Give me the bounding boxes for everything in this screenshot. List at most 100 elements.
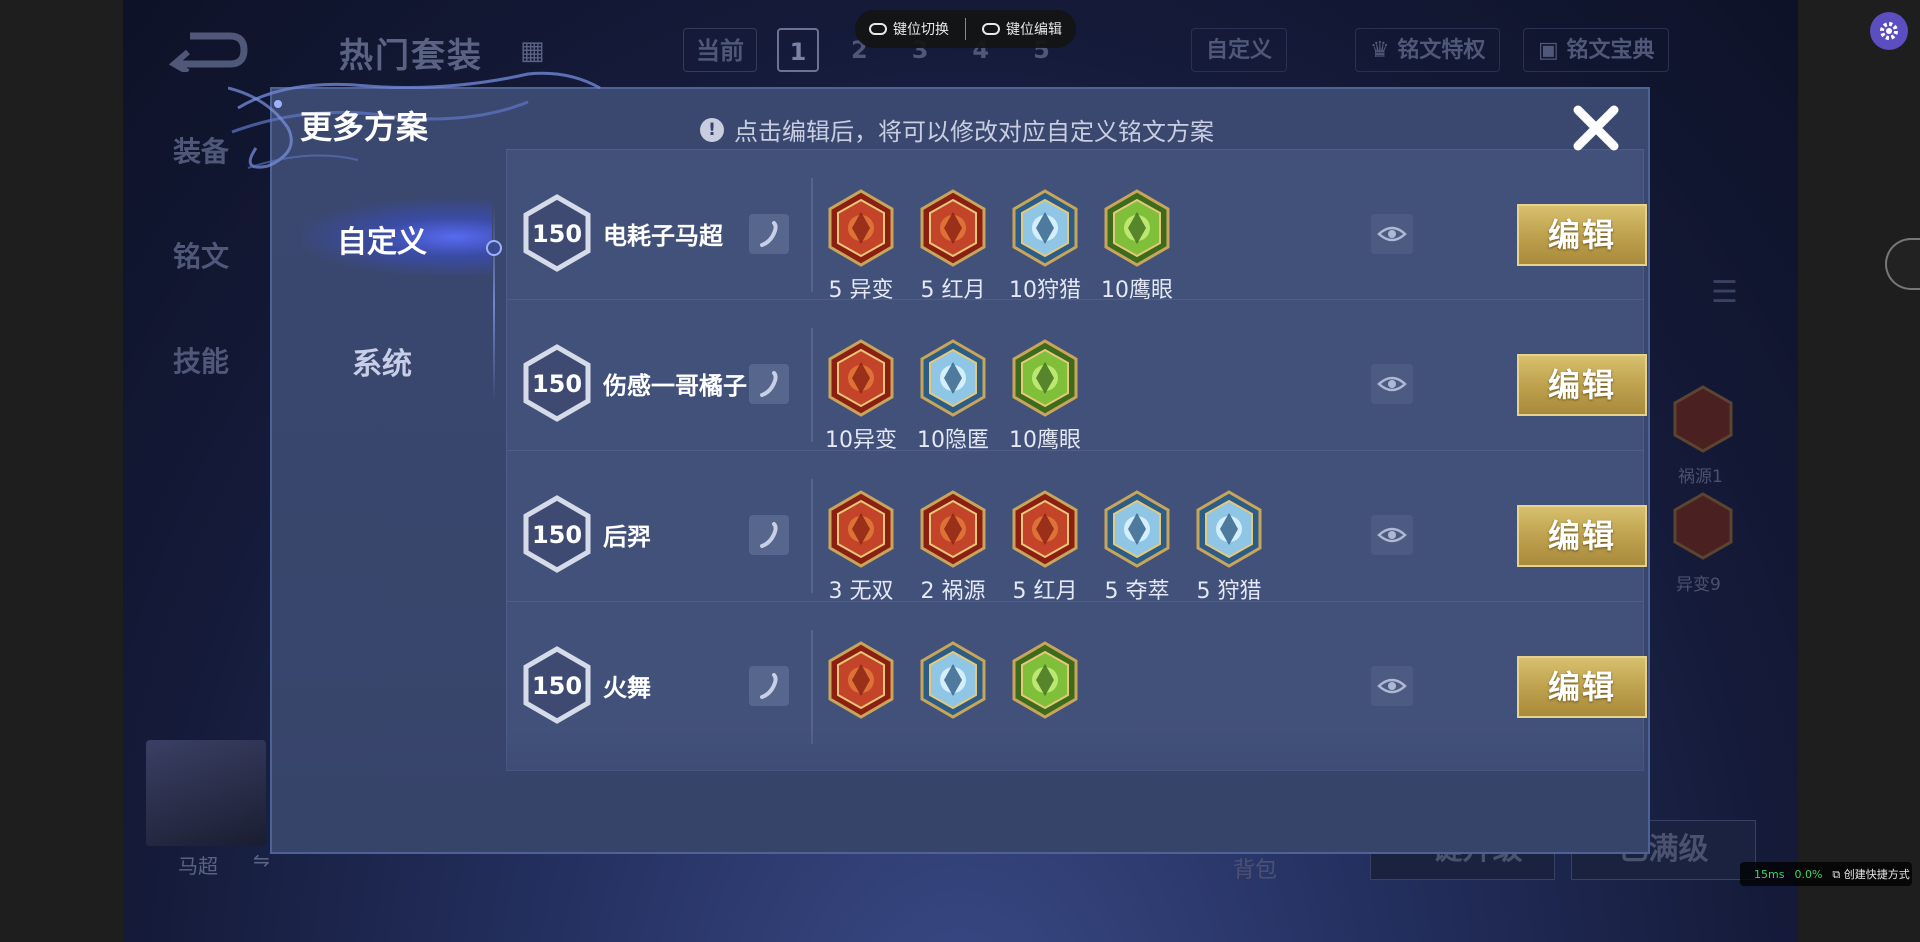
preview-button[interactable]	[1371, 364, 1413, 404]
rune-slot: 5 异变	[825, 188, 897, 304]
edit-button[interactable]: 编辑	[1517, 505, 1647, 567]
shortcut-button[interactable]: ⧉ 创建快捷方式	[1832, 866, 1909, 882]
shortcut-label: 创建快捷方式	[1843, 868, 1910, 881]
hunt-rune-icon	[1196, 490, 1262, 568]
hawk-eye-rune-icon	[1104, 189, 1170, 267]
emulator-key-bar: 键位切换 键位编辑	[855, 10, 1076, 48]
grid-icon[interactable]: ▦	[520, 36, 545, 66]
bg-tab-current[interactable]: 当前	[683, 28, 757, 72]
gear-icon	[1880, 22, 1898, 40]
rune-slot	[825, 640, 897, 724]
info-icon: !	[700, 117, 724, 142]
rune-slot: 10鹰眼	[1101, 188, 1173, 304]
rune-slot	[1009, 640, 1081, 724]
key-switch-label: 键位切换	[893, 22, 949, 38]
bag-label[interactable]: 背包	[1233, 852, 1277, 884]
hawk-eye-rune-icon	[1012, 339, 1078, 417]
plan-name: 火舞	[603, 674, 651, 702]
key-bar-divider	[965, 18, 966, 40]
dialog-hint: ! 点击编辑后，将可以修改对应自定义铭文方案	[700, 112, 1214, 147]
tab-divider	[493, 204, 495, 404]
rune-slot: 10异变	[825, 338, 897, 454]
dialog-title: 更多方案	[300, 108, 429, 146]
packet-loss-value: 0.0%	[1794, 867, 1823, 881]
gamepad-icon	[869, 23, 887, 35]
level-badge-icon: 150	[523, 194, 591, 272]
rune-slot: 5 红月	[917, 188, 989, 304]
bg-mutation-rune-icon	[1673, 492, 1733, 560]
mutation-rune-icon	[828, 189, 894, 267]
plan-level: 150	[532, 370, 582, 398]
list-toggle-icon[interactable]: ☰	[1711, 275, 1738, 310]
bg-rune-codex[interactable]: ▣ 铭文宝典	[1523, 28, 1670, 72]
preview-button[interactable]	[1371, 666, 1413, 706]
active-tab-indicator	[486, 240, 502, 256]
calamity-rune-icon	[920, 490, 986, 568]
rune-set: 3 无双 2 祸源 5 红月 5 夺萃 5 狩猎	[825, 489, 1265, 605]
bg-custom-tab[interactable]: 自定义	[1191, 28, 1288, 72]
screen: 热门套装 ▦ 当前 1 2 3 4 5 自定义 ♛ 铭文特权 ▣ 铭文宝典 装备…	[0, 0, 1920, 942]
key-switch-button[interactable]: 键位切换	[869, 19, 949, 39]
edit-button[interactable]: 编辑	[1517, 656, 1647, 718]
key-edit-label: 键位编辑	[1006, 22, 1062, 38]
hero-portrait[interactable]	[146, 740, 266, 846]
rename-button[interactable]	[749, 214, 789, 254]
tab-custom[interactable]: 自定义	[272, 217, 492, 261]
shortcut-icon: ⧉	[1832, 868, 1844, 881]
level-badge-icon: 150	[523, 495, 591, 573]
rune-icon	[920, 641, 986, 719]
pen-icon	[760, 522, 778, 548]
rune-slot: 3 无双	[825, 489, 897, 605]
bg-side-runes[interactable]: 铭文	[173, 235, 229, 275]
rune-slot: 10鹰眼	[1009, 338, 1081, 454]
level-badge-icon: 150	[523, 344, 591, 422]
swap-icon[interactable]: ⇋	[253, 848, 270, 872]
row-divider	[811, 178, 813, 292]
rename-button[interactable]	[749, 666, 789, 706]
plan-name: 电耗子马超	[603, 222, 723, 250]
plan-row[interactable]: 150 伤感一哥橘子 10异变 10隐匿 10鹰眼 编辑	[506, 299, 1647, 469]
edit-button[interactable]: 编辑	[1517, 354, 1647, 416]
rune-icon	[1012, 641, 1078, 719]
bg-rune-privilege[interactable]: ♛ 铭文特权	[1355, 28, 1501, 72]
bg-side-skills[interactable]: 技能	[173, 340, 229, 380]
close-icon[interactable]	[1568, 100, 1624, 156]
bg-rune-codex-label: 铭文宝典	[1566, 38, 1655, 63]
crown-icon: ♛	[1370, 38, 1398, 63]
rune-slot: 5 狩猎	[1193, 489, 1265, 605]
rune-slot: 10狩猎	[1009, 188, 1081, 304]
settings-button[interactable]	[1870, 12, 1908, 50]
plan-name: 后羿	[603, 523, 651, 551]
side-drawer-handle[interactable]	[1885, 238, 1920, 290]
pen-icon	[760, 673, 778, 699]
rune-set: 10异变 10隐匿 10鹰眼	[825, 338, 1081, 454]
key-edit-button[interactable]: 键位编辑	[982, 19, 1062, 39]
eye-icon	[1377, 678, 1407, 694]
gamepad-icon	[982, 23, 1000, 35]
pen-icon	[760, 221, 778, 247]
rune-set	[825, 640, 1081, 724]
preview-button[interactable]	[1371, 214, 1413, 254]
plan-level: 150	[532, 521, 582, 549]
bg-tab-1[interactable]: 1	[777, 28, 819, 72]
eye-icon	[1377, 376, 1407, 392]
latency-value: 15ms	[1754, 867, 1785, 881]
hero-name: 马超	[178, 854, 218, 878]
edit-button[interactable]: 编辑	[1517, 204, 1647, 266]
dialog-hint-text: 点击编辑后，将可以修改对应自定义铭文方案	[734, 118, 1214, 146]
mutation-rune-icon	[828, 339, 894, 417]
bg-rune-label-2: 异变9	[1676, 575, 1721, 595]
rune-slot: 10隐匿	[917, 338, 989, 454]
bg-side-equipment[interactable]: 装备	[173, 130, 229, 170]
tab-system[interactable]: 系统	[272, 339, 492, 383]
network-status: 15ms 0.0% ⧉ 创建快捷方式	[1740, 862, 1912, 886]
plan-row[interactable]: 150 电耗子马超 5 异变 5 红月 10狩猎 10鹰眼 编辑	[506, 149, 1647, 319]
rename-button[interactable]	[749, 364, 789, 404]
rename-button[interactable]	[749, 515, 789, 555]
rune-set: 5 异变 5 红月 10狩猎 10鹰眼	[825, 188, 1173, 304]
eye-icon	[1377, 527, 1407, 543]
preview-button[interactable]	[1371, 515, 1413, 555]
plan-row[interactable]: 150 后羿 3 无双 2 祸源 5 红月 5 夺萃 5 狩猎 编辑	[506, 450, 1647, 620]
back-arrow-icon[interactable]	[168, 28, 248, 72]
level-badge-icon: 150	[523, 646, 591, 724]
